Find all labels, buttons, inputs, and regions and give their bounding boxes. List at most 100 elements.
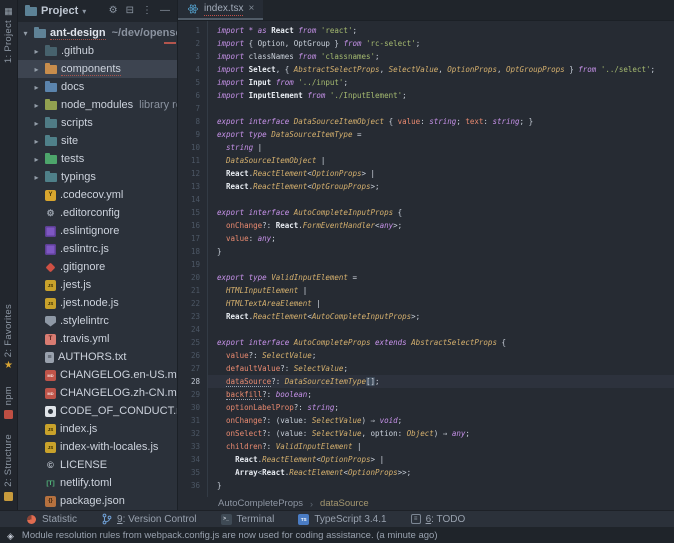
tree-item-index-with-locales.js[interactable]: index-with-locales.js bbox=[18, 438, 177, 456]
tool-button-todo[interactable]: 6: TODO bbox=[411, 514, 466, 525]
tab-index-tsx[interactable]: index.tsx × bbox=[178, 0, 263, 20]
code-line[interactable]: import Input from '../input'; bbox=[208, 76, 674, 89]
tree-item-.eslintrc.js[interactable]: .eslintrc.js bbox=[18, 240, 177, 258]
tree-item-docs[interactable]: ▸docs bbox=[18, 78, 177, 96]
project-panel-title[interactable]: Project bbox=[41, 5, 78, 17]
code-line[interactable]: Array<React.ReactElement<OptionProps>>; bbox=[208, 466, 674, 479]
tree-item-index.js[interactable]: index.js bbox=[18, 420, 177, 438]
line-number[interactable]: 6 bbox=[178, 89, 200, 102]
code-line[interactable]: export interface DataSourceItemObject { … bbox=[208, 115, 674, 128]
code-line[interactable] bbox=[208, 193, 674, 206]
tool-button-statistic[interactable]: Statistic bbox=[26, 514, 77, 525]
code-line[interactable]: React.ReactElement<OptGroupProps>; bbox=[208, 180, 674, 193]
tree-item-netlify.toml[interactable]: netlify.toml bbox=[18, 474, 177, 492]
line-number[interactable]: 10 bbox=[178, 141, 200, 154]
line-number[interactable]: 15 bbox=[178, 206, 200, 219]
tree-item-CHANGELOG.en-US.md[interactable]: CHANGELOG.en-US.md bbox=[18, 366, 177, 384]
code-line[interactable] bbox=[208, 102, 674, 115]
code-line[interactable]: import classNames from 'classnames'; bbox=[208, 50, 674, 63]
event-log-icon[interactable] bbox=[7, 526, 14, 543]
tree-item-.travis.yml[interactable]: .travis.yml bbox=[18, 330, 177, 348]
line-number[interactable]: 7 bbox=[178, 102, 200, 115]
chevron-collapsed-icon[interactable]: ▸ bbox=[32, 137, 41, 146]
line-number[interactable]: 24 bbox=[178, 323, 200, 336]
tree-item-node_modules[interactable]: ▸node_moduleslibrary root bbox=[18, 96, 177, 114]
hide-panel-icon[interactable]: — bbox=[160, 6, 170, 16]
code-line[interactable]: } bbox=[208, 245, 674, 258]
tree-item-.codecov.yml[interactable]: .codecov.yml bbox=[18, 186, 177, 204]
line-number[interactable]: 19 bbox=[178, 258, 200, 271]
line-number[interactable]: 29 bbox=[178, 388, 200, 401]
line-number[interactable]: 4 bbox=[178, 63, 200, 76]
tree-item-.jest.js[interactable]: .jest.js bbox=[18, 276, 177, 294]
code-line[interactable]: DataSourceItemObject | bbox=[208, 154, 674, 167]
tree-item-.eslintignore[interactable]: .eslintignore bbox=[18, 222, 177, 240]
code-line[interactable] bbox=[208, 323, 674, 336]
code-line[interactable]: value?: SelectValue; bbox=[208, 349, 674, 362]
tool-button-structure[interactable]: 2: Structure bbox=[3, 434, 15, 502]
code-line[interactable]: optionLabelProp?: string; bbox=[208, 401, 674, 414]
gutter[interactable]: 1234567891011121314151617181920212223242… bbox=[178, 21, 208, 497]
tool-button-npm[interactable]: npm bbox=[3, 386, 15, 420]
line-number[interactable]: 14 bbox=[178, 193, 200, 206]
code-editor[interactable]: import * as React from 'react';import { … bbox=[208, 21, 674, 497]
code-line[interactable]: export interface AutoCompleteProps exten… bbox=[208, 336, 674, 349]
line-number[interactable]: 36 bbox=[178, 479, 200, 492]
code-line[interactable]: export type DataSourceItemType = bbox=[208, 128, 674, 141]
code-line[interactable]: import { Option, OptGroup } from 'rc-sel… bbox=[208, 37, 674, 50]
collapse-all-icon[interactable]: ⊟ bbox=[126, 6, 134, 16]
tree-item-AUTHORS.txt[interactable]: AUTHORS.txt bbox=[18, 348, 177, 366]
tree-item-site[interactable]: ▸site bbox=[18, 132, 177, 150]
code-line[interactable]: } bbox=[208, 479, 674, 492]
line-number[interactable]: 13 bbox=[178, 180, 200, 193]
code-line[interactable]: import InputElement from './InputElement… bbox=[208, 89, 674, 102]
line-number[interactable]: 23 bbox=[178, 310, 200, 323]
tree-item-.jest.node.js[interactable]: .jest.node.js bbox=[18, 294, 177, 312]
line-number[interactable]: 31 bbox=[178, 414, 200, 427]
line-number[interactable]: 33 bbox=[178, 440, 200, 453]
breadcrumb-item-dataSource[interactable]: dataSource bbox=[320, 498, 369, 509]
chevron-expanded-icon[interactable]: ▾ bbox=[21, 29, 30, 38]
line-number[interactable]: 27 bbox=[178, 362, 200, 375]
code-line[interactable]: import Select, { AbstractSelectProps, Se… bbox=[208, 63, 674, 76]
code-line[interactable]: onChange?: React.FormEventHandler<any>; bbox=[208, 219, 674, 232]
code-line[interactable]: HTMLInputElement | bbox=[208, 284, 674, 297]
chevron-collapsed-icon[interactable]: ▸ bbox=[32, 173, 41, 182]
tree-item-tests[interactable]: ▸tests bbox=[18, 150, 177, 168]
chevron-collapsed-icon[interactable]: ▸ bbox=[32, 155, 41, 164]
code-line[interactable]: export interface AutoCompleteInputProps … bbox=[208, 206, 674, 219]
tool-button-version-control[interactable]: 9: Version Control bbox=[101, 514, 197, 525]
tree-item-.github[interactable]: ▸.github bbox=[18, 42, 177, 60]
tool-button-project[interactable]: 1: Project bbox=[3, 5, 15, 63]
code-line[interactable] bbox=[208, 258, 674, 271]
tool-button-favorites[interactable]: 2: Favorites bbox=[3, 304, 15, 372]
tree-item-package.json[interactable]: package.json bbox=[18, 492, 177, 510]
code-line[interactable]: onSelect?: (value: SelectValue, option: … bbox=[208, 427, 674, 440]
line-number[interactable]: 21 bbox=[178, 284, 200, 297]
code-line[interactable]: React.ReactElement<OptionProps> | bbox=[208, 453, 674, 466]
code-line[interactable]: React.ReactElement<AutoCompleteInputProp… bbox=[208, 310, 674, 323]
code-line[interactable]: backfill?: boolean; bbox=[208, 388, 674, 401]
chevron-collapsed-icon[interactable]: ▸ bbox=[32, 83, 41, 92]
code-line[interactable]: defaultValue?: SelectValue; bbox=[208, 362, 674, 375]
line-number[interactable]: 20 bbox=[178, 271, 200, 284]
tree-item-.gitignore[interactable]: .gitignore bbox=[18, 258, 177, 276]
line-number[interactable]: 8 bbox=[178, 115, 200, 128]
line-number[interactable]: 1 bbox=[178, 24, 200, 37]
line-number[interactable]: 9 bbox=[178, 128, 200, 141]
breadcrumb-item-AutoCompleteProps[interactable]: AutoCompleteProps bbox=[218, 498, 303, 509]
settings-gear-icon[interactable]: ⚙ bbox=[109, 6, 118, 16]
line-number[interactable]: 2 bbox=[178, 37, 200, 50]
line-number[interactable]: 3 bbox=[178, 50, 200, 63]
line-number[interactable]: 11 bbox=[178, 154, 200, 167]
code-line[interactable]: value: any; bbox=[208, 232, 674, 245]
code-line[interactable]: children?: ValidInputElement | bbox=[208, 440, 674, 453]
tree-item-CODE_OF_CONDUCT.md[interactable]: CODE_OF_CONDUCT.md bbox=[18, 402, 177, 420]
tree-item-.stylelintrc[interactable]: .stylelintrc bbox=[18, 312, 177, 330]
line-number[interactable]: 32 bbox=[178, 427, 200, 440]
tree-item-.editorconfig[interactable]: .editorconfig bbox=[18, 204, 177, 222]
tree-item-CHANGELOG.zh-CN.md[interactable]: CHANGELOG.zh-CN.md bbox=[18, 384, 177, 402]
more-options-icon[interactable]: ⋮ bbox=[142, 6, 152, 16]
line-number[interactable]: 17 bbox=[178, 232, 200, 245]
line-number[interactable]: 34 bbox=[178, 453, 200, 466]
